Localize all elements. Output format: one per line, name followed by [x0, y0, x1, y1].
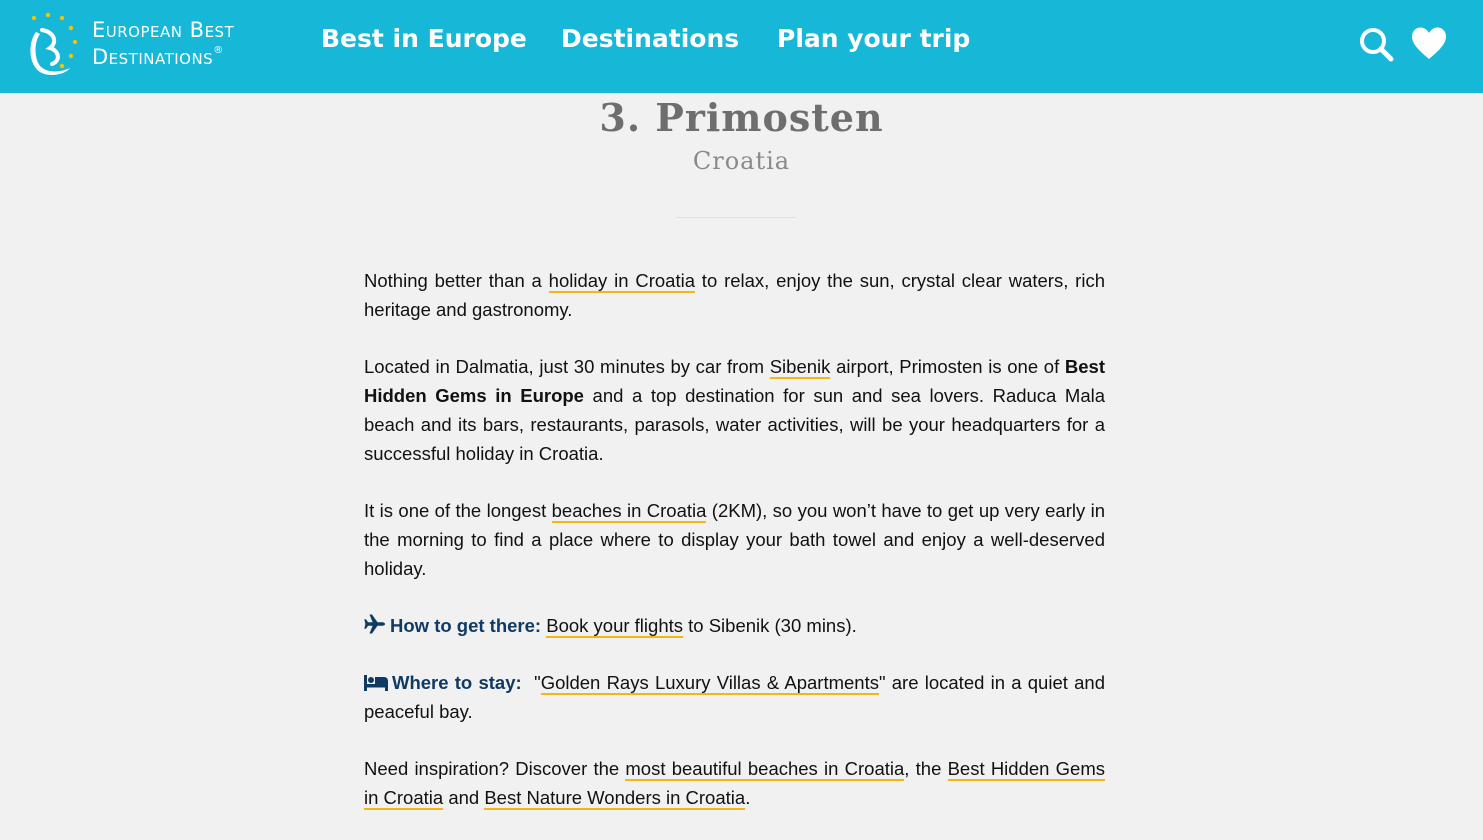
link-most-beautiful-beaches[interactable]: most beautiful beaches in Croatia [625, 758, 905, 781]
nav-plan-your-trip[interactable]: Plan your trip [777, 24, 970, 53]
page-subtitle-country: Croatia [692, 147, 791, 175]
logo-emblem-icon [30, 12, 78, 75]
logo-text-line2: Destinations® [92, 45, 224, 69]
link-book-your-flights[interactable]: Book your flights [546, 615, 683, 638]
logo-text-line1: European Best [92, 18, 235, 42]
text-span: Located in Dalmatia, just 30 minutes by … [364, 356, 770, 377]
top-navigation-bar: European Best Destinations® Best in Euro… [0, 0, 1483, 93]
bed-icon [364, 675, 388, 691]
text-span: It is one of the longest [364, 500, 552, 521]
link-beaches-in-croatia[interactable]: beaches in Croatia [551, 500, 707, 523]
heart-icon [1412, 27, 1446, 59]
link-sibenik[interactable]: Sibenik [769, 356, 831, 379]
text-span: to Sibenik (30 mins). [683, 615, 857, 636]
logo-text-line2-word: Destinations [92, 45, 214, 69]
search-button[interactable] [1358, 26, 1394, 62]
article-body: Nothing better than a holiday in Croatia… [364, 266, 1105, 840]
link-best-nature-wonders[interactable]: Best Nature Wonders in Croatia [484, 787, 746, 810]
paragraph-beach: It is one of the longest beaches in Croa… [364, 496, 1105, 583]
nav-best-in-europe[interactable]: Best in Europe [321, 24, 527, 53]
link-golden-rays-villas[interactable]: Golden Rays Luxury Villas & Apartments [540, 672, 879, 695]
site-logo[interactable]: European Best Destinations® [26, 12, 276, 78]
text-span: airport, Primosten is one of [830, 356, 1065, 377]
text-span: and [443, 787, 485, 808]
how-to-get-there-label: How to get there: [390, 615, 542, 636]
text-span: " [521, 672, 541, 693]
paragraph-how-to-get-there: How to get there: Book your flights to S… [364, 611, 1105, 640]
title-divider [676, 217, 796, 218]
text-span: Nothing better than a [364, 270, 549, 291]
link-holiday-in-croatia[interactable]: holiday in Croatia [548, 270, 695, 293]
text-span: . [745, 787, 751, 808]
search-icon [1360, 28, 1394, 62]
favorites-button[interactable] [1411, 26, 1447, 62]
where-to-stay-label: Where to stay: [392, 672, 522, 693]
page-title: 3. Primosten [599, 95, 884, 140]
airplane-icon [364, 614, 385, 634]
paragraph-inspiration: Need inspiration? Discover the most beau… [364, 754, 1105, 812]
paragraph-intro: Nothing better than a holiday in Croatia… [364, 266, 1105, 324]
text-span: Need inspiration? Discover the [364, 758, 626, 779]
paragraph-where-to-stay: Where to stay: "Golden Rays Luxury Villa… [364, 668, 1105, 726]
nav-destinations[interactable]: Destinations [561, 24, 739, 53]
paragraph-location: Located in Dalmatia, just 30 minutes by … [364, 352, 1105, 468]
registered-mark: ® [213, 45, 224, 56]
text-span: , the [904, 758, 948, 779]
